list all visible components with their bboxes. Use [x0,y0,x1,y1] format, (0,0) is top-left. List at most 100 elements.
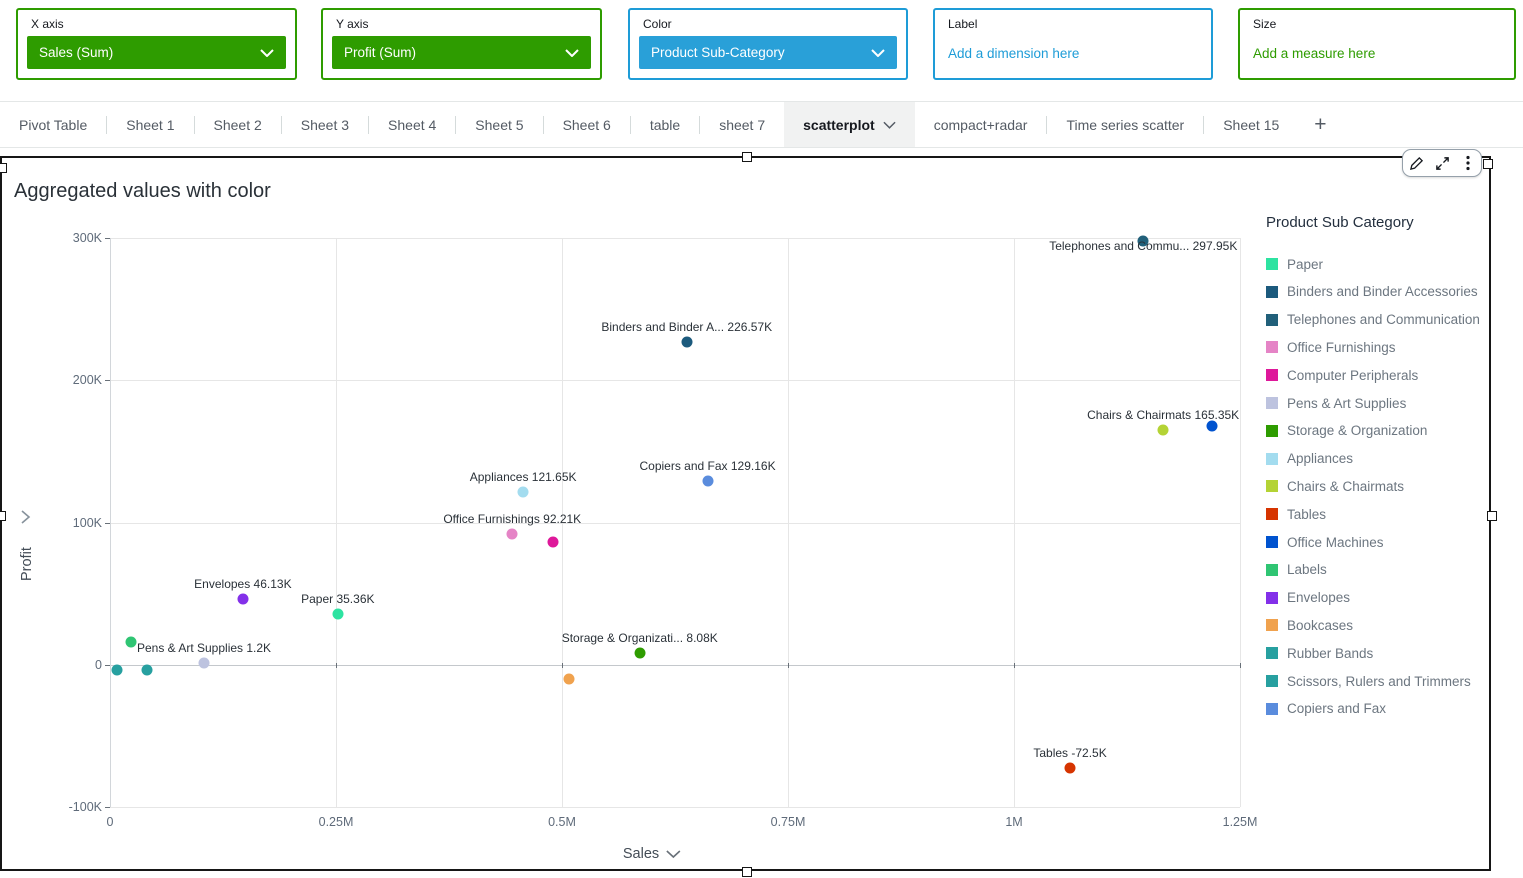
legend-swatch [1266,314,1278,326]
y-tick-label: 0 [56,658,102,672]
sheet-tab-compact-radar[interactable]: compact+radar [915,102,1047,147]
data-point[interactable] [199,658,210,669]
data-point[interactable] [1206,421,1217,432]
sheet-tab-sheet-15[interactable]: Sheet 15 [1204,102,1298,147]
data-point[interactable] [702,476,713,487]
v-gridline [788,238,789,807]
legend-item-label: Tables [1287,507,1326,522]
legend-item[interactable]: Office Furnishings [1266,333,1396,361]
data-point[interactable] [1158,424,1169,435]
legend-item[interactable]: Office Machines [1266,528,1384,556]
x-tick-label: 0.5M [548,815,576,829]
data-point[interactable] [681,337,692,348]
legend-item[interactable]: Rubber Bands [1266,639,1373,667]
sheet-tab-sheet-5[interactable]: Sheet 5 [456,102,542,147]
legend-item-label: Binders and Binder Accessories [1287,284,1478,299]
legend-item[interactable]: Chairs & Chairmats [1266,472,1404,500]
v-gridline [1014,238,1015,807]
data-point[interactable] [547,537,558,548]
legend-item[interactable]: Binders and Binder Accessories [1266,278,1478,306]
legend-item-label: Labels [1287,562,1327,577]
legend-item[interactable]: Appliances [1266,445,1353,473]
legend-item[interactable]: Labels [1266,556,1327,584]
chevron-down-icon [883,121,896,129]
sheet-tab-label: Pivot Table [19,117,87,133]
size-well-placeholder[interactable]: Add a measure here [1253,46,1375,61]
y-axis-field-dropdown[interactable]: Profit (Sum) [332,36,591,69]
visual-toolbar [1402,149,1482,177]
data-point[interactable] [332,609,343,620]
color-field-dropdown[interactable]: Product Sub-Category [639,36,897,69]
resize-handle-top[interactable] [742,152,752,162]
legend-swatch [1266,592,1278,604]
sheet-tab-pivot-table[interactable]: Pivot Table [0,102,106,147]
legend-item[interactable]: Paper [1266,250,1323,278]
sheet-tab-sheet-1[interactable]: Sheet 1 [107,102,193,147]
legend-swatch [1266,369,1278,381]
expand-icon[interactable] [1431,152,1453,174]
data-point-label: Chairs & Chairmats 165.35K [1087,408,1239,422]
sheet-tab-bar: Pivot Table Sheet 1Sheet 2Sheet 3Sheet 4 S… [0,101,1523,148]
sheet-tab-label: scatterplot [803,117,875,133]
legend-item[interactable]: Telephones and Communication [1266,306,1480,334]
x-axis-field-dropdown[interactable]: Sales (Sum) [27,36,286,69]
x-tick-mark [336,663,337,668]
data-point-label: Telephones and Commu... 297.95K [1049,239,1237,253]
y-axis-options-chevron-icon[interactable] [18,510,32,529]
legend-item[interactable]: Scissors, Rulers and Trimmers [1266,667,1471,695]
legend-swatch [1266,703,1278,715]
sheet-tab-label: sheet 7 [719,117,765,133]
sheet-tab-sheet-3[interactable]: Sheet 3 [282,102,368,147]
data-point[interactable] [142,664,153,675]
x-tick-mark [1240,663,1241,668]
data-point-label: Copiers and Fax 129.16K [639,459,775,473]
sheet-tab-table[interactable]: table [631,102,699,147]
legend-swatch [1266,425,1278,437]
data-point[interactable] [634,648,645,659]
edit-icon[interactable] [1405,152,1427,174]
data-point[interactable] [125,636,136,647]
sheet-tab-scatterplot[interactable]: scatterplot [784,102,915,147]
x-axis-title-label: Sales [623,846,659,862]
add-sheet-button[interactable]: + [1298,102,1342,147]
sheet-tab-label: Sheet 5 [475,117,523,133]
data-point[interactable] [112,665,123,676]
data-point[interactable] [507,528,518,539]
sheet-tab-sheet-4[interactable]: Sheet 4 [369,102,455,147]
y-tick-label: 300K [56,231,102,245]
data-point[interactable] [237,594,248,605]
x-tick-mark [562,663,563,668]
resize-handle-top-right[interactable] [1483,159,1493,169]
data-point[interactable] [1065,762,1076,773]
legend-item[interactable]: Pens & Art Supplies [1266,389,1406,417]
data-point[interactable] [518,486,529,497]
resize-handle-right[interactable] [1487,511,1497,521]
legend-item[interactable]: Computer Peripherals [1266,361,1418,389]
legend-item[interactable]: Tables [1266,500,1326,528]
h-gridline [110,523,1240,524]
y-axis-title[interactable]: Profit [19,547,35,581]
legend-item[interactable]: Copiers and Fax [1266,695,1386,723]
resize-handle-top-left[interactable] [0,163,7,173]
label-well: Label Add a dimension here [933,8,1213,80]
sheet-tab-sheet-2[interactable]: Sheet 2 [195,102,281,147]
legend-item[interactable]: Bookcases [1266,611,1353,639]
chevron-down-icon [871,49,885,57]
menu-icon[interactable] [1457,152,1479,174]
legend-item[interactable]: Storage & Organization [1266,417,1427,445]
legend-item[interactable]: Envelopes [1266,584,1350,612]
v-gridline [336,238,337,807]
scatterplot-visual-container[interactable]: Aggregated values with color 300K200K100… [0,156,1491,871]
y-axis-well: Y axis Profit (Sum) [321,8,602,80]
resize-handle-left[interactable] [0,511,6,521]
sheet-tab-label: Sheet 15 [1223,117,1279,133]
size-well-label: Size [1253,17,1276,31]
resize-handle-bottom[interactable] [742,867,752,877]
sheet-tab-time-series-scatter[interactable]: Time series scatter [1047,102,1203,147]
sheet-tab-sheet-6[interactable]: Sheet 6 [544,102,630,147]
sheet-tab-sheet-7[interactable]: sheet 7 [700,102,784,147]
x-axis-title[interactable]: Sales [623,846,681,862]
data-point[interactable] [564,673,575,684]
label-well-placeholder[interactable]: Add a dimension here [948,46,1079,61]
h-gridline [110,807,1240,808]
